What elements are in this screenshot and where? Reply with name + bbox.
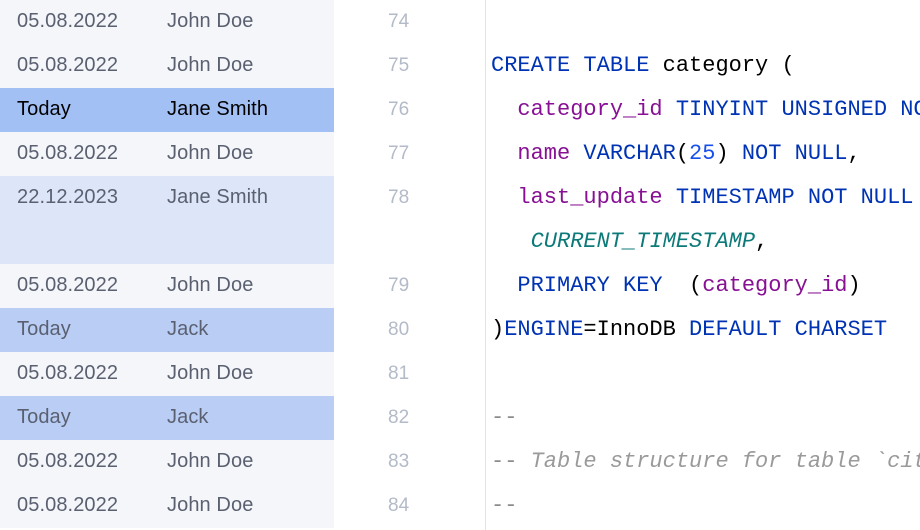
line-number: 84: [334, 484, 485, 528]
annotate-row[interactable]: 05.08.2022John Doe: [0, 352, 334, 396]
code-token: last_update: [517, 185, 675, 210]
code-line[interactable]: [491, 352, 920, 396]
annotate-author: Jack: [167, 405, 334, 430]
code-token: category (: [663, 53, 795, 78]
code-token: DEFAULT CHARSET: [689, 317, 887, 342]
line-number-gutter: 7475767778798081828384: [334, 0, 485, 530]
annotate-gutter[interactable]: 05.08.2022John Doe05.08.2022John DoeToda…: [0, 0, 334, 530]
annotate-date: 05.08.2022: [17, 53, 167, 78]
code-token: --: [491, 493, 517, 518]
annotate-author: John Doe: [167, 9, 334, 34]
code-token: [491, 97, 517, 122]
code-line[interactable]: [491, 0, 920, 44]
annotate-row[interactable]: 05.08.2022John Doe: [0, 440, 334, 484]
line-number: 79: [334, 264, 485, 308]
annotate-author: Jane Smith: [167, 97, 334, 122]
code-token: --: [491, 405, 517, 430]
line-number: 78: [334, 176, 485, 264]
code-line[interactable]: -- Table structure for table `city`: [491, 440, 920, 484]
annotate-date: 05.08.2022: [17, 141, 167, 166]
line-number: 81: [334, 352, 485, 396]
annotate-row[interactable]: TodayJane Smith: [0, 88, 334, 132]
code-token: VARCHAR: [583, 141, 675, 166]
annotate-author: John Doe: [167, 141, 334, 166]
annotate-date: Today: [17, 317, 167, 342]
line-number: 83: [334, 440, 485, 484]
code-token: category_id: [702, 273, 847, 298]
code-token: (: [676, 273, 702, 298]
code-token: name: [517, 141, 583, 166]
annotate-row[interactable]: TodayJack: [0, 308, 334, 352]
code-line[interactable]: --: [491, 396, 920, 440]
annotate-author: Jane Smith: [167, 185, 334, 210]
annotate-author: John Doe: [167, 449, 334, 474]
line-number: 74: [334, 0, 485, 44]
code-token: ): [491, 317, 504, 342]
code-editor: 05.08.2022John Doe05.08.2022John DoeToda…: [0, 0, 920, 530]
code-token: TINYINT UNSIGNED NOT NULL AUTO_INCREMENT…: [676, 97, 920, 122]
code-token: Table structure for table `city`: [531, 449, 920, 474]
code-token: CREATE TABLE: [491, 53, 663, 78]
annotate-date: 22.12.2023: [17, 185, 167, 210]
annotate-author: John Doe: [167, 273, 334, 298]
code-token: 25: [689, 141, 715, 166]
code-line[interactable]: category_id TINYINT UNSIGNED NOT NULL AU…: [491, 88, 920, 132]
code-token: [491, 185, 517, 210]
code-token: (: [676, 141, 689, 166]
code-token: NOT NULL: [729, 141, 848, 166]
code-token: --: [491, 449, 531, 474]
code-token: TIMESTAMP NOT NULL DEFAULT: [676, 185, 920, 210]
annotate-author: John Doe: [167, 493, 334, 518]
code-token: ENGINE: [504, 317, 583, 342]
code-line[interactable]: last_update TIMESTAMP NOT NULL DEFAULT: [491, 176, 920, 220]
annotate-row[interactable]: 05.08.2022John Doe: [0, 44, 334, 88]
annotate-author: John Doe: [167, 53, 334, 78]
code-token: PRIMARY KEY: [517, 273, 675, 298]
annotate-date: 05.08.2022: [17, 273, 167, 298]
code-line[interactable]: CREATE TABLE category (: [491, 44, 920, 88]
annotate-row[interactable]: 05.08.2022John Doe: [0, 264, 334, 308]
code-line[interactable]: name VARCHAR(25) NOT NULL,: [491, 132, 920, 176]
code-line[interactable]: --: [491, 484, 920, 528]
line-number: 76: [334, 88, 485, 132]
code-token: ): [847, 273, 860, 298]
code-token: ,: [755, 229, 768, 254]
line-number: 75: [334, 44, 485, 88]
line-number: 82: [334, 396, 485, 440]
annotate-row[interactable]: 22.12.2023Jane Smith: [0, 176, 334, 264]
code-line[interactable]: CURRENT_TIMESTAMP,: [491, 220, 920, 264]
line-number: 77: [334, 132, 485, 176]
annotate-date: 05.08.2022: [17, 361, 167, 386]
annotate-author: John Doe: [167, 361, 334, 386]
code-token: ): [715, 141, 728, 166]
code-token: [491, 229, 531, 254]
annotate-date: Today: [17, 405, 167, 430]
annotate-author: Jack: [167, 317, 334, 342]
annotate-row[interactable]: 05.08.2022John Doe: [0, 0, 334, 44]
code-token: [491, 141, 517, 166]
code-token: CURRENT_TIMESTAMP: [531, 229, 755, 254]
annotate-date: 05.08.2022: [17, 9, 167, 34]
code-content-area[interactable]: CREATE TABLE category ( category_id TINY…: [486, 0, 920, 530]
code-line[interactable]: )ENGINE=InnoDB DEFAULT CHARSET: [491, 308, 920, 352]
code-token: [491, 273, 517, 298]
annotate-row[interactable]: 05.08.2022John Doe: [0, 484, 334, 528]
code-token: ,: [847, 141, 860, 166]
annotate-date: 05.08.2022: [17, 493, 167, 518]
line-number: 80: [334, 308, 485, 352]
annotate-row[interactable]: TodayJack: [0, 396, 334, 440]
code-token: category_id: [517, 97, 675, 122]
code-line[interactable]: PRIMARY KEY (category_id): [491, 264, 920, 308]
annotate-date: 05.08.2022: [17, 449, 167, 474]
annotate-row[interactable]: 05.08.2022John Doe: [0, 132, 334, 176]
code-token: =InnoDB: [583, 317, 689, 342]
annotate-date: Today: [17, 97, 167, 122]
